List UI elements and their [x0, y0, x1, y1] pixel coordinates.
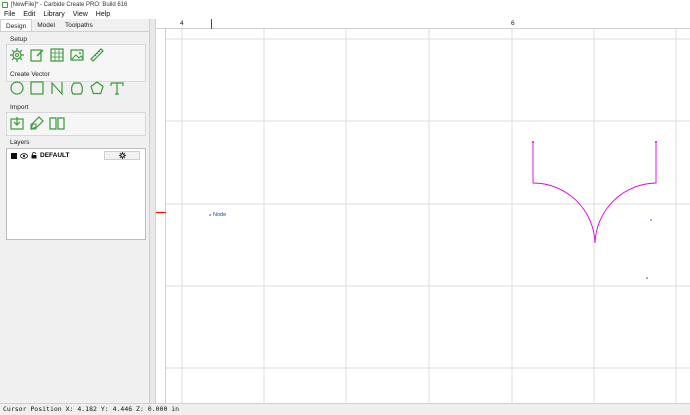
- edit-icon[interactable]: [29, 47, 45, 63]
- rectangle-icon[interactable]: [29, 80, 45, 96]
- layers-panel: DEFAULT: [6, 148, 146, 240]
- sidebar-tabs: Design Model Toolpaths: [0, 19, 149, 32]
- polygon-icon[interactable]: [69, 80, 85, 96]
- section-layers-label: Layers: [10, 139, 30, 146]
- canvas-grid: [158, 29, 690, 403]
- edit-import-icon[interactable]: [29, 115, 45, 131]
- tab-model[interactable]: Model: [32, 19, 60, 31]
- gear-icon: [118, 152, 126, 159]
- curve-icon[interactable]: [49, 80, 65, 96]
- section-import-label: Import: [10, 104, 29, 111]
- top-ruler: 4 6: [156, 19, 690, 29]
- layer-row[interactable]: DEFAULT: [11, 152, 70, 159]
- gear-icon[interactable]: [9, 47, 25, 63]
- ruler-icon[interactable]: [89, 47, 105, 63]
- menu-bar: File Edit Library View Help: [0, 10, 690, 19]
- circle-icon[interactable]: [9, 80, 25, 96]
- tab-toolpaths[interactable]: Toolpaths: [60, 19, 98, 31]
- tab-design[interactable]: Design: [0, 19, 33, 31]
- sidebar: Design Model Toolpaths Setup Create Vect…: [0, 19, 150, 403]
- node-point[interactable]: [646, 277, 648, 279]
- menu-library[interactable]: Library: [43, 10, 64, 19]
- node-point[interactable]: [650, 219, 652, 221]
- ruler-label-4: 4: [180, 20, 184, 27]
- menu-edit[interactable]: Edit: [23, 10, 35, 19]
- image-icon[interactable]: [69, 47, 85, 63]
- menu-help[interactable]: Help: [96, 10, 110, 19]
- menu-file[interactable]: File: [4, 10, 15, 19]
- window-title: [NewFile]* - Carbide Create PRO: Build 6…: [11, 2, 128, 8]
- status-bar: Cursor Position X: 4.182 Y: 4.446 Z: 0.0…: [0, 403, 690, 414]
- design-canvas[interactable]: 4 6 Node: [156, 19, 690, 403]
- layer-color-swatch[interactable]: [11, 152, 17, 159]
- section-setup-label: Setup: [10, 36, 27, 43]
- layer-settings-button[interactable]: [104, 151, 140, 160]
- ruler-label-6: 6: [511, 20, 515, 27]
- text-icon[interactable]: [109, 80, 125, 96]
- setup-icons: [9, 47, 105, 63]
- vector-icons: [9, 80, 125, 96]
- app-icon: [2, 2, 8, 8]
- node-label: Node: [213, 212, 227, 218]
- pentagon-icon[interactable]: [89, 80, 105, 96]
- node-point[interactable]: [209, 214, 211, 216]
- title-bar: [NewFile]* - Carbide Create PRO: Build 6…: [0, 0, 690, 10]
- lock-icon[interactable]: [31, 152, 37, 159]
- cursor-marker-y: [156, 212, 166, 213]
- menu-view[interactable]: View: [73, 10, 88, 19]
- layer-name: DEFAULT: [40, 152, 70, 159]
- import-icon[interactable]: [9, 115, 25, 131]
- left-ruler: [156, 29, 166, 403]
- import-icons: [9, 115, 65, 131]
- grid-icon[interactable]: [49, 47, 65, 63]
- eye-icon[interactable]: [20, 152, 28, 159]
- cursor-marker-x: [211, 19, 212, 29]
- section-create-vector-label: Create Vector: [10, 71, 50, 78]
- library-icon[interactable]: [49, 115, 65, 131]
